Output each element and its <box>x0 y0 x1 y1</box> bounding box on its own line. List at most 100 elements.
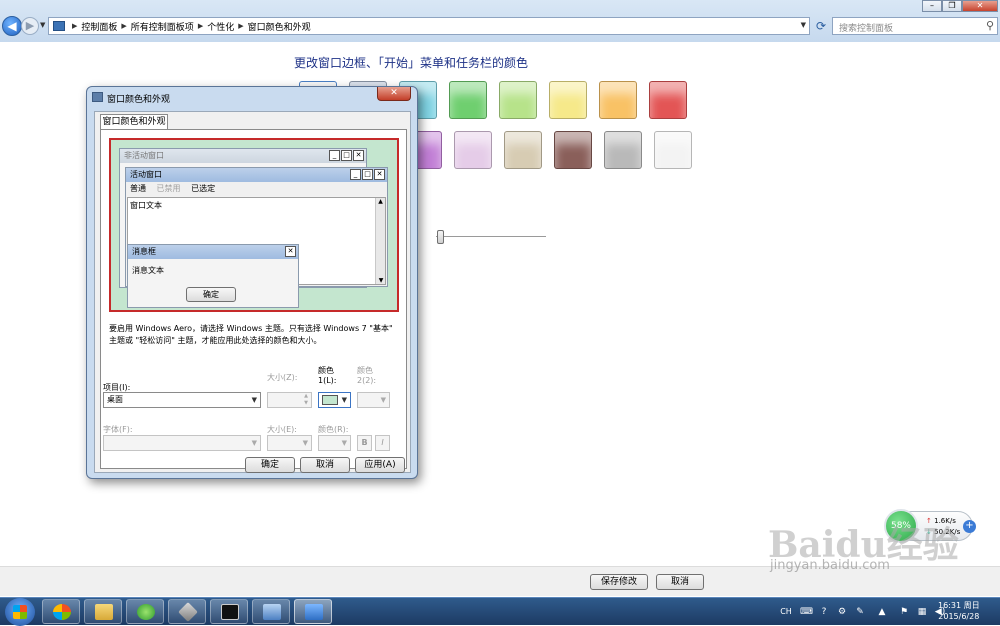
font-size-label: 大小(E): <box>267 425 297 434</box>
chevron-down-icon: ▼ <box>341 439 347 447</box>
breadcrumb-item[interactable]: 所有控制面板项 <box>131 20 194 33</box>
item-select[interactable]: 桌面 ▼ <box>103 392 261 408</box>
dialog-title: 窗口颜色和外观 <box>107 95 171 105</box>
plus-icon[interactable]: + <box>963 520 976 533</box>
bold-button[interactable]: B <box>357 435 372 451</box>
scrollbar[interactable]: ▲ ▼ <box>375 198 385 284</box>
taskbar-app-file-explorer[interactable] <box>84 599 122 624</box>
taskbar-clock[interactable]: 16:31 周日 2015/6/28 <box>938 600 980 622</box>
search-input[interactable]: 搜索控制面板 ⚲ <box>832 17 998 35</box>
taskbar-app-cmd[interactable] <box>210 599 248 624</box>
color-swatch[interactable] <box>454 131 492 169</box>
window-controls: – ❐ ✕ <box>922 0 998 12</box>
recent-pages-dropdown[interactable]: ▼ <box>40 21 45 29</box>
folder-icon <box>95 604 113 620</box>
taskbar-app-explorer-shell[interactable] <box>42 599 80 624</box>
color-swatch[interactable] <box>654 131 692 169</box>
chevron-down-icon: ▼ <box>341 396 347 404</box>
minimize-icon: _ <box>329 150 340 161</box>
maximize-icon: □ <box>362 169 373 180</box>
taskbar-app-remote[interactable] <box>252 599 290 624</box>
start-button[interactable] <box>5 598 35 626</box>
input-language-indicator[interactable]: CH <box>778 606 794 618</box>
color2-picker[interactable]: ▼ <box>357 392 390 408</box>
tray-expand-icon[interactable]: ▲ <box>872 606 892 618</box>
message-text: 消息文本 <box>132 266 164 275</box>
breadcrumb-item[interactable]: 窗口颜色和外观 <box>248 20 311 33</box>
browser-icon <box>137 604 155 620</box>
explorer-header: ◀ ▶ ▼ ▶ 控制面板 ▶ 所有控制面板项 ▶ 个性化 ▶ 窗口颜色和外观 ▼… <box>0 0 1000 42</box>
font-color-label: 颜色(R): <box>318 425 349 434</box>
search-placeholder: 搜索控制面板 <box>839 24 894 34</box>
clock-date: 2015/6/28 <box>938 612 980 621</box>
page-title: 更改窗口边框、「开始」菜单和任务栏的颜色 <box>294 56 529 70</box>
dialog-apply-button[interactable]: 应用(A) <box>355 457 405 473</box>
close-button[interactable]: ✕ <box>962 0 998 12</box>
message-box-title: 消息框 <box>128 245 298 259</box>
app-icon <box>53 604 71 620</box>
color-swatch[interactable] <box>504 131 542 169</box>
color1-picker[interactable]: ▼ <box>318 392 351 408</box>
font-label: 字体(F): <box>103 425 133 434</box>
color-intensity-slider-thumb[interactable] <box>437 230 444 244</box>
size-spinner[interactable]: ▲ ▼ <box>267 392 312 408</box>
font-color-picker[interactable]: ▼ <box>318 435 351 451</box>
settings-icon[interactable]: ⚙ <box>836 606 848 618</box>
font-size-select[interactable]: ▼ <box>267 435 312 451</box>
active-window-buttons: _ □ ✕ <box>350 169 385 180</box>
spinner-icon: ▲ ▼ <box>304 393 308 406</box>
color-intensity-slider-track[interactable] <box>436 236 546 237</box>
dialog-ok-button[interactable]: 确定 <box>245 457 295 473</box>
taskbar-app-control-panel[interactable] <box>294 599 332 624</box>
network-icon[interactable]: ▦ <box>916 606 928 618</box>
message-box-preview: 消息框 ✕ 消息文本 确定 <box>127 244 299 308</box>
refresh-icon[interactable]: ⟳ <box>813 18 829 34</box>
taskbar-app-browser[interactable] <box>126 599 164 624</box>
help-icon[interactable]: ? <box>818 606 830 618</box>
maximize-icon: □ <box>341 150 352 161</box>
monitor-icon <box>92 92 103 102</box>
color1-label: 颜色 1(L): <box>318 366 337 385</box>
address-dropdown-icon[interactable]: ▼ <box>801 21 806 29</box>
taskbar: CH ⌨ ? ⚙ ✎ ▲ ⚑ ▦ ◀) 16:31 周日 2015/6/28 <box>0 597 1000 626</box>
tab-window-color-appearance[interactable]: 窗口颜色和外观 <box>100 114 168 130</box>
cancel-button[interactable]: 取消 <box>656 574 704 590</box>
appearance-preview[interactable]: 非活动窗口 _ □ ✕ 活动窗口 _ □ ✕ 普通 已禁用 已选定 窗口文本 ▲… <box>109 138 399 312</box>
close-icon: ✕ <box>285 246 296 257</box>
chevron-right-icon: ▶ <box>72 22 78 30</box>
color-swatch[interactable] <box>499 81 537 119</box>
save-changes-button[interactable]: 保存修改 <box>590 574 648 590</box>
italic-button[interactable]: I <box>375 435 390 451</box>
color-swatch[interactable] <box>554 131 592 169</box>
color-swatch[interactable] <box>549 81 587 119</box>
color-swatch[interactable] <box>449 81 487 119</box>
close-icon: ✕ <box>353 150 364 161</box>
scroll-up-icon[interactable]: ▲ <box>376 198 385 205</box>
keyboard-icon[interactable]: ⌨ <box>800 606 813 618</box>
forward-button[interactable]: ▶ <box>21 17 39 35</box>
pen-icon[interactable]: ✎ <box>854 606 866 618</box>
scroll-down-icon[interactable]: ▼ <box>376 277 386 284</box>
flag-icon[interactable]: ⚑ <box>898 606 910 618</box>
back-button[interactable]: ◀ <box>2 16 22 36</box>
monitor-icon <box>263 604 281 620</box>
chevron-down-icon: ▼ <box>251 439 257 447</box>
dialog-cancel-button[interactable]: 取消 <box>300 457 350 473</box>
inactive-window-buttons: _ □ ✕ <box>329 150 364 161</box>
dialog-close-button[interactable]: ✕ <box>377 87 411 101</box>
minimize-button[interactable]: – <box>922 0 942 12</box>
address-bar[interactable]: ▶ 控制面板 ▶ 所有控制面板项 ▶ 个性化 ▶ 窗口颜色和外观 ▼ <box>48 17 810 35</box>
font-select[interactable]: ▼ <box>103 435 261 451</box>
color-swatch[interactable] <box>604 131 642 169</box>
taskbar-app-tool[interactable] <box>168 599 206 624</box>
breadcrumb-item[interactable]: 个性化 <box>207 20 234 33</box>
chevron-down-icon: ▼ <box>251 396 257 404</box>
breadcrumb-item[interactable]: 控制面板 <box>81 20 117 33</box>
color-swatch[interactable] <box>649 81 687 119</box>
color-swatch[interactable] <box>599 81 637 119</box>
chevron-right-icon: ▶ <box>121 22 127 30</box>
maximize-button[interactable]: ❐ <box>942 0 962 12</box>
message-box-buttons: ✕ <box>285 246 296 257</box>
tab-panel: 非活动窗口 _ □ ✕ 活动窗口 _ □ ✕ 普通 已禁用 已选定 窗口文本 ▲… <box>100 129 407 469</box>
chevron-down-icon: ▼ <box>302 439 308 447</box>
